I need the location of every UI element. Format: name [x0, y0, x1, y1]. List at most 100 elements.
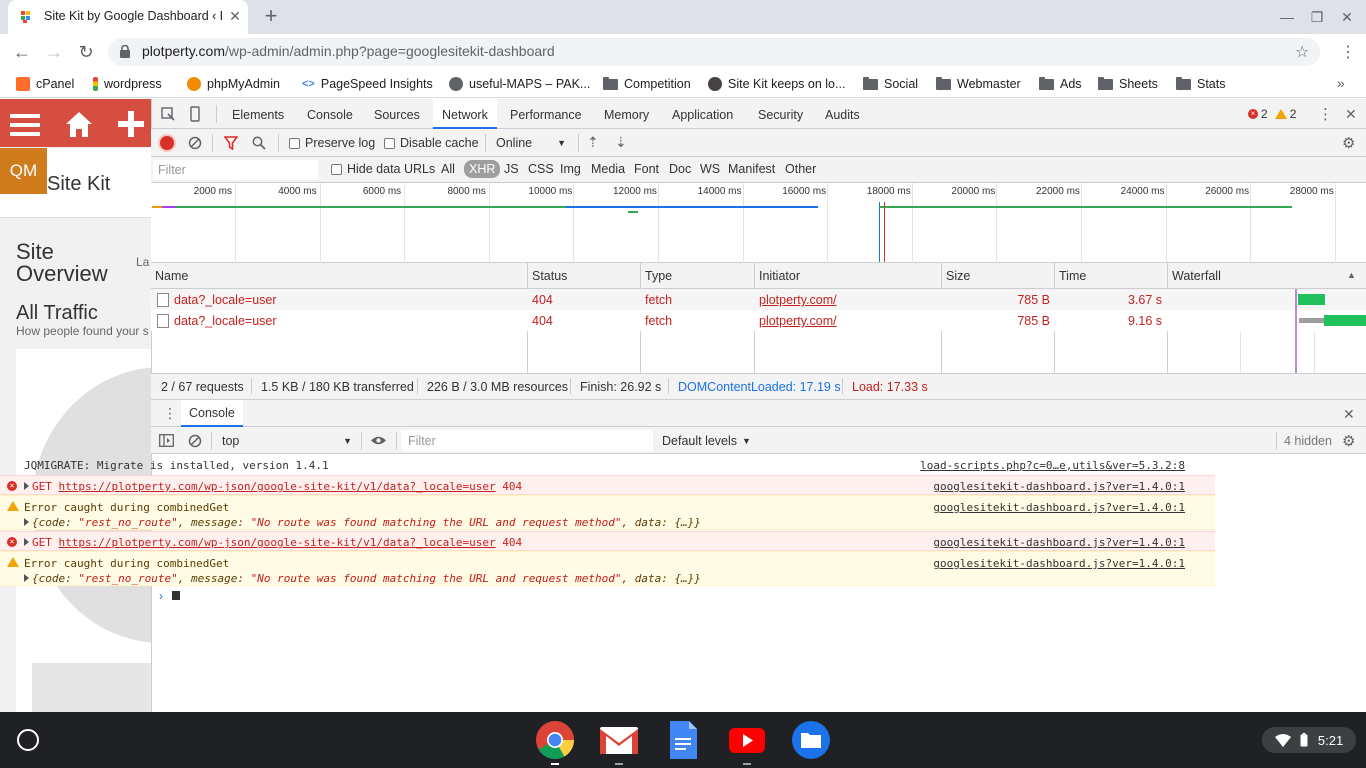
column-type[interactable]: Type	[645, 269, 672, 283]
column-status[interactable]: Status	[532, 269, 567, 283]
waterfall-bar[interactable]	[1298, 294, 1325, 305]
filter-type-xhr[interactable]: XHR	[464, 160, 501, 178]
bookmark-wordpress[interactable]: wordpress	[93, 76, 162, 92]
tab-elements[interactable]: Elements	[232, 99, 284, 129]
tab-audits[interactable]: Audits	[825, 99, 860, 129]
filter-type-css[interactable]: CSS	[528, 162, 554, 176]
url-text[interactable]: plotperty.com/wp-admin/admin.php?page=go…	[142, 43, 555, 59]
bookmark-sitekit-issue[interactable]: Site Kit keeps on lo...	[708, 76, 845, 92]
bookmark-pagespeed[interactable]: <> PageSpeed Insights	[302, 76, 433, 92]
drawer-close-icon[interactable]: ✕	[1343, 406, 1355, 423]
request-initiator-link[interactable]: plotperty.com/	[759, 293, 837, 307]
tab-application[interactable]: Application	[672, 99, 733, 129]
checkbox[interactable]	[384, 137, 395, 149]
context-select[interactable]: top ▼	[222, 434, 352, 448]
back-icon[interactable]: ←	[11, 41, 33, 63]
request-initiator-link[interactable]: plotperty.com/	[759, 314, 837, 328]
minimize-icon[interactable]: —	[1278, 8, 1296, 26]
expand-caret-icon[interactable]	[24, 574, 29, 582]
docs-app-icon[interactable]	[663, 720, 703, 760]
network-settings-gear-icon[interactable]: ⚙	[1342, 134, 1355, 152]
error-source-link[interactable]: googlesitekit-dashboard.js?ver=1.4.0:1	[933, 480, 1185, 493]
console-filter-input[interactable]: Filter	[401, 430, 653, 451]
filter-type-doc[interactable]: Doc	[669, 162, 691, 176]
issues-counter[interactable]: × 2 2	[1248, 107, 1296, 121]
bookmark-webmaster[interactable]: Webmaster	[936, 76, 1021, 92]
chrome-menu-icon[interactable]: ⋮	[1340, 42, 1356, 62]
bookmark-sheets[interactable]: Sheets	[1098, 76, 1158, 92]
window-close-icon[interactable]: ✕	[1338, 8, 1356, 26]
console-message-warning[interactable]: Error caught during combinedGet {code: "…	[0, 495, 1215, 530]
column-size[interactable]: Size	[946, 269, 970, 283]
column-time[interactable]: Time	[1059, 269, 1086, 283]
filter-icon[interactable]	[224, 136, 238, 150]
filter-type-manifest[interactable]: Manifest	[728, 162, 775, 176]
filter-type-other[interactable]: Other	[785, 162, 816, 176]
tab-memory[interactable]: Memory	[604, 99, 649, 129]
request-name[interactable]: data?_locale=user	[174, 293, 277, 307]
log-levels-select[interactable]: Default levels ▼	[662, 434, 751, 448]
waterfall-bar[interactable]	[1324, 315, 1366, 326]
bookmark-phpmyadmin[interactable]: phpMyAdmin	[187, 76, 280, 92]
throttling-select[interactable]: Online ▼	[496, 136, 566, 150]
inspect-element-icon[interactable]	[161, 107, 175, 121]
error-url-link[interactable]: https://plotperty.com/wp-json/google-sit…	[59, 480, 496, 493]
bookmark-stats[interactable]: Stats	[1176, 76, 1226, 92]
bookmark-useful-maps[interactable]: useful-MAPS – PAK...	[449, 76, 590, 92]
console-settings-gear-icon[interactable]: ⚙	[1342, 432, 1355, 450]
waterfall-waiting-bar[interactable]	[1299, 318, 1324, 323]
warning-source-link[interactable]: googlesitekit-dashboard.js?ver=1.4.0:1	[933, 556, 1185, 571]
checkbox[interactable]	[331, 163, 342, 175]
tab-close-icon[interactable]: ✕	[226, 7, 244, 25]
bookmark-competition[interactable]: Competition	[603, 76, 691, 92]
expand-caret-icon[interactable]	[24, 482, 29, 490]
console-message-error[interactable]: × GET https://plotperty.com/wp-json/goog…	[0, 475, 1215, 495]
forward-icon[interactable]: →	[43, 41, 65, 63]
checkbox[interactable]	[289, 137, 300, 149]
bookmark-cpanel[interactable]: cPanel	[16, 76, 74, 92]
preserve-log-checkbox[interactable]: Preserve log	[289, 136, 375, 150]
sort-ascending-icon[interactable]: ▲	[1347, 270, 1356, 280]
error-url-link[interactable]: https://plotperty.com/wp-json/google-sit…	[59, 536, 496, 549]
filter-type-media[interactable]: Media	[591, 162, 625, 176]
tab-network[interactable]: Network	[433, 99, 497, 129]
status-tray[interactable]: 5:21	[1262, 727, 1356, 753]
hide-data-urls-checkbox[interactable]: Hide data URLs	[331, 162, 435, 176]
tab-sources[interactable]: Sources	[374, 99, 420, 129]
expand-caret-icon[interactable]	[24, 518, 29, 526]
query-monitor-badge[interactable]: QM	[0, 148, 47, 194]
reload-icon[interactable]: ↻	[75, 41, 97, 63]
filter-type-img[interactable]: Img	[560, 162, 581, 176]
filter-type-ws[interactable]: WS	[700, 162, 720, 176]
console-message-warning[interactable]: Error caught during combinedGet {code: "…	[0, 551, 1215, 586]
disable-cache-checkbox[interactable]: Disable cache	[384, 136, 479, 150]
files-app-icon[interactable]	[791, 720, 831, 760]
chrome-app-icon[interactable]	[535, 720, 575, 760]
export-har-icon[interactable]: ⇣	[615, 134, 627, 151]
warning-source-link[interactable]: googlesitekit-dashboard.js?ver=1.4.0:1	[933, 500, 1185, 515]
clear-icon[interactable]	[188, 136, 202, 150]
hamburger-menu-icon[interactable]	[10, 112, 40, 138]
search-icon[interactable]	[252, 136, 266, 150]
column-name[interactable]: Name	[155, 269, 188, 283]
console-message-error[interactable]: × GET https://plotperty.com/wp-json/goog…	[0, 531, 1215, 551]
bookmark-star-icon[interactable]: ☆	[1295, 42, 1309, 62]
youtube-app-icon[interactable]	[727, 720, 767, 760]
request-name[interactable]: data?_locale=user	[174, 314, 277, 328]
live-expression-eye-icon[interactable]	[370, 435, 387, 446]
record-button[interactable]	[160, 136, 174, 150]
import-har-icon[interactable]: ⇡	[587, 134, 599, 151]
tab-performance[interactable]: Performance	[510, 99, 582, 129]
restore-icon[interactable]: ❐	[1308, 8, 1326, 26]
sidebar-toggle-icon[interactable]	[159, 434, 174, 447]
home-icon[interactable]	[64, 110, 94, 138]
browser-tab[interactable]: Site Kit by Google Dashboard ‹ P ✕	[8, 0, 248, 34]
new-tab-button[interactable]: +	[260, 5, 282, 28]
drawer-tab-console[interactable]: Console	[181, 400, 243, 427]
error-source-link[interactable]: googlesitekit-dashboard.js?ver=1.4.0:1	[933, 536, 1185, 549]
filter-type-font[interactable]: Font	[634, 162, 659, 176]
column-waterfall[interactable]: Waterfall	[1172, 269, 1221, 283]
gmail-app-icon[interactable]	[599, 720, 639, 760]
tab-console[interactable]: Console	[307, 99, 353, 129]
bookmark-social[interactable]: Social	[863, 76, 918, 92]
